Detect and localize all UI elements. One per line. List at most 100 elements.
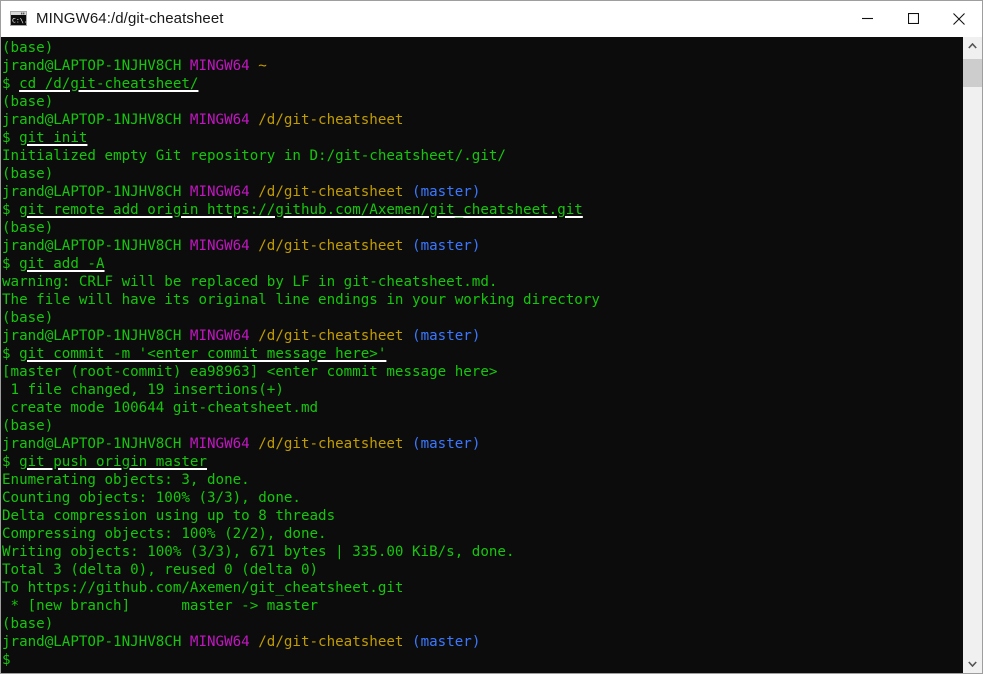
env-prefix: (base) <box>2 616 54 632</box>
terminal-command-line: $ git push origin master <box>2 453 962 471</box>
scrollbar-thumb[interactable] <box>963 59 982 87</box>
prompt-user-host: jrand@LAPTOP-1NJHV8CH <box>2 184 182 200</box>
terminal-prompt-line: jrand@LAPTOP-1NJHV8CH MINGW64 /d/git-che… <box>2 633 962 651</box>
terminal-output-line: Counting objects: 100% (3/3), done. <box>2 489 962 507</box>
prompt-symbol: $ <box>2 76 11 92</box>
terminal-env-line: (base) <box>2 165 962 183</box>
prompt-branch: (master) <box>412 328 481 344</box>
terminal-body: (base) jrand@LAPTOP-1NJHV8CH MINGW64 ~ $ c… <box>1 37 982 673</box>
terminal-output-line: create mode 100644 git-cheatsheet.md <box>2 399 962 417</box>
prompt-symbol: $ <box>2 346 11 362</box>
prompt-symbol: $ <box>2 652 11 668</box>
terminal-command-line: $ <box>2 651 962 669</box>
terminal-output-line: Compressing objects: 100% (2/2), done. <box>2 525 962 543</box>
terminal-output-line: Total 3 (delta 0), reused 0 (delta 0) <box>2 561 962 579</box>
terminal-scrollbar[interactable] <box>962 37 982 673</box>
terminal-prompt-line: jrand@LAPTOP-1NJHV8CH MINGW64 ~ <box>2 57 962 75</box>
console-icon: C:\. <box>10 11 27 26</box>
terminal-output-line: To https://github.com/Axemen/git_cheatsh… <box>2 579 962 597</box>
terminal-cursor <box>19 653 27 668</box>
terminal-env-line: (base) <box>2 219 962 237</box>
command-text: git remote add origin https://github.com… <box>19 202 583 218</box>
output-text: * [new branch] master -> master <box>2 598 319 614</box>
terminal-window: C:\. MINGW64:/d/git-cheatsheet (base) jra… <box>0 0 983 674</box>
terminal-command-line: $ git init <box>2 129 962 147</box>
prompt-path: /d/git-cheatsheet <box>258 328 404 344</box>
prompt-path: /d/git-cheatsheet <box>258 634 404 650</box>
prompt-branch: (master) <box>412 238 481 254</box>
maximize-button[interactable] <box>890 1 936 36</box>
terminal-output-line: Delta compression using up to 8 threads <box>2 507 962 525</box>
minimize-button[interactable] <box>844 1 890 36</box>
output-text: [master (root-commit) ea98963] <enter co… <box>2 364 498 380</box>
terminal-command-line: $ git commit -m '<enter commit message h… <box>2 345 962 363</box>
terminal-env-line: (base) <box>2 417 962 435</box>
terminal-output-line: Initialized empty Git repository in D:/g… <box>2 147 962 165</box>
prompt-shell-tag: MINGW64 <box>189 112 250 128</box>
output-text: Total 3 (delta 0), reused 0 (delta 0) <box>2 562 319 578</box>
env-prefix: (base) <box>2 418 54 434</box>
prompt-branch: (master) <box>412 436 481 452</box>
terminal-prompt-line: jrand@LAPTOP-1NJHV8CH MINGW64 /d/git-che… <box>2 327 962 345</box>
terminal-prompt-line: jrand@LAPTOP-1NJHV8CH MINGW64 /d/git-che… <box>2 237 962 255</box>
output-text: Initialized empty Git repository in D:/g… <box>2 148 506 164</box>
prompt-branch: (master) <box>412 634 481 650</box>
prompt-path: /d/git-cheatsheet <box>258 436 404 452</box>
scroll-down-arrow[interactable] <box>963 655 982 673</box>
prompt-user-host: jrand@LAPTOP-1NJHV8CH <box>2 58 182 74</box>
terminal-prompt-line: jrand@LAPTOP-1NJHV8CH MINGW64 /d/git-che… <box>2 183 962 201</box>
prompt-shell-tag: MINGW64 <box>189 328 250 344</box>
window-controls <box>844 1 982 36</box>
prompt-path: /d/git-cheatsheet <box>258 238 404 254</box>
terminal-output-line: * [new branch] master -> master <box>2 597 962 615</box>
prompt-symbol: $ <box>2 130 11 146</box>
env-prefix: (base) <box>2 94 54 110</box>
terminal-output-line: 1 file changed, 19 insertions(+) <box>2 381 962 399</box>
prompt-user-host: jrand@LAPTOP-1NJHV8CH <box>2 328 182 344</box>
output-text: Delta compression using up to 8 threads <box>2 508 336 524</box>
prompt-branch: (master) <box>412 184 481 200</box>
prompt-path: /d/git-cheatsheet <box>258 184 404 200</box>
scroll-up-arrow[interactable] <box>963 37 982 55</box>
output-text: 1 file changed, 19 insertions(+) <box>2 382 284 398</box>
prompt-shell-tag: MINGW64 <box>189 58 250 74</box>
terminal-env-line: (base) <box>2 39 962 57</box>
scrollbar-track[interactable] <box>963 55 982 655</box>
terminal-output-line: Enumerating objects: 3, done. <box>2 471 962 489</box>
output-text: create mode 100644 git-cheatsheet.md <box>2 400 319 416</box>
terminal-output-line: Writing objects: 100% (3/3), 671 bytes |… <box>2 543 962 561</box>
output-text: Enumerating objects: 3, done. <box>2 472 250 488</box>
prompt-path: /d/git-cheatsheet <box>258 112 404 128</box>
prompt-user-host: jrand@LAPTOP-1NJHV8CH <box>2 436 182 452</box>
prompt-user-host: jrand@LAPTOP-1NJHV8CH <box>2 634 182 650</box>
output-text: To https://github.com/Axemen/git_cheatsh… <box>2 580 404 596</box>
command-text: git init <box>19 130 88 146</box>
prompt-shell-tag: MINGW64 <box>189 184 250 200</box>
output-text: The file will have its original line end… <box>2 292 600 308</box>
command-text: git commit -m '<enter commit message her… <box>19 346 387 362</box>
env-prefix: (base) <box>2 166 54 182</box>
terminal-output-line: warning: CRLF will be replaced by LF in … <box>2 273 962 291</box>
terminal-env-line: (base) <box>2 309 962 327</box>
terminal-prompt-line: jrand@LAPTOP-1NJHV8CH MINGW64 /d/git-che… <box>2 435 962 453</box>
prompt-shell-tag: MINGW64 <box>189 436 250 452</box>
terminal-screen[interactable]: (base) jrand@LAPTOP-1NJHV8CH MINGW64 ~ $ c… <box>1 37 962 673</box>
window-title: MINGW64:/d/git-cheatsheet <box>36 10 224 27</box>
output-text: Counting objects: 100% (3/3), done. <box>2 490 301 506</box>
command-text: git push origin master <box>19 454 208 470</box>
prompt-path: ~ <box>258 58 267 74</box>
env-prefix: (base) <box>2 220 54 236</box>
terminal-output-line: [master (root-commit) ea98963] <enter co… <box>2 363 962 381</box>
close-button[interactable] <box>936 1 982 36</box>
output-text: warning: CRLF will be replaced by LF in … <box>2 274 498 290</box>
prompt-symbol: $ <box>2 202 11 218</box>
terminal-command-line: $ git add -A <box>2 255 962 273</box>
terminal-command-line: $ git remote add origin https://github.c… <box>2 201 962 219</box>
terminal-env-line: (base) <box>2 93 962 111</box>
output-text: Writing objects: 100% (3/3), 671 bytes |… <box>2 544 515 560</box>
terminal-env-line: (base) <box>2 615 962 633</box>
svg-text:C:\.: C:\. <box>12 17 27 25</box>
command-text: git add -A <box>19 256 105 272</box>
title-bar[interactable]: C:\. MINGW64:/d/git-cheatsheet <box>1 1 982 37</box>
prompt-user-host: jrand@LAPTOP-1NJHV8CH <box>2 238 182 254</box>
